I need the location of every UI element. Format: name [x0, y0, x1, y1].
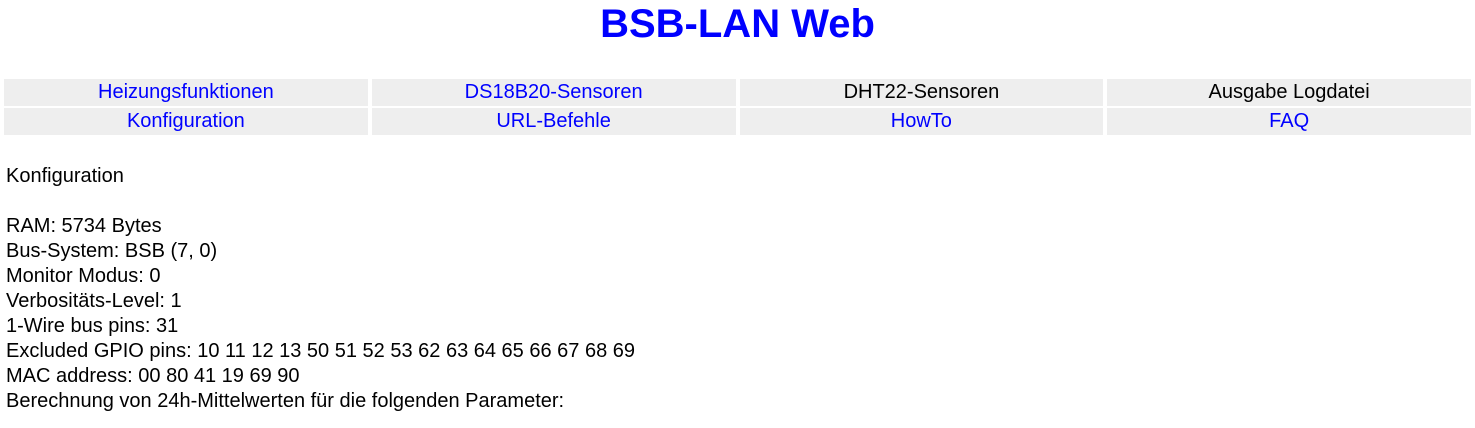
nav-link-konfiguration[interactable]: Konfiguration — [127, 110, 245, 132]
info-verbositaets-level: Verbositäts-Level: 1 — [6, 290, 182, 312]
info-excluded-gpio-pins: Excluded GPIO pins: 10 11 12 13 50 51 52… — [6, 340, 636, 362]
nav-link-url-befehle[interactable]: URL-Befehle — [496, 110, 611, 132]
info-mac-address: MAC address: 00 80 41 19 69 90 — [6, 365, 300, 387]
nav-cell-ausgabe-logdatei: Ausgabe Logdatei — [1107, 79, 1471, 106]
section-title: Konfiguration — [6, 165, 124, 187]
configuration-content: Konfiguration RAM: 5734 Bytes Bus-System… — [6, 164, 1466, 414]
nav-row-1: Heizungsfunktionen DS18B20-Sensoren DHT2… — [4, 79, 1471, 106]
nav-cell-howto: HowTo — [739, 108, 1104, 135]
nav-cell-heizungsfunktionen: Heizungsfunktionen — [4, 79, 368, 106]
nav-link-heizungsfunktionen[interactable]: Heizungsfunktionen — [98, 81, 274, 103]
nav-cell-dht22-sensoren: DHT22-Sensoren — [739, 79, 1104, 106]
nav-cell-ds18b20-sensoren: DS18B20-Sensoren — [371, 79, 736, 106]
nav-link-ds18b20-sensoren[interactable]: DS18B20-Sensoren — [465, 81, 643, 103]
nav-cell-konfiguration: Konfiguration — [4, 108, 368, 135]
page-title: BSB-LAN Web — [600, 2, 875, 46]
nav-row-2: Konfiguration URL-Befehle HowTo FAQ — [4, 108, 1471, 135]
nav-text-dht22-sensoren: DHT22-Sensoren — [843, 81, 1000, 103]
info-24h-average-heading: Berechnung von 24h-Mittelwerten für die … — [6, 390, 565, 412]
nav-cell-url-befehle: URL-Befehle — [371, 108, 736, 135]
nav-text-ausgabe-logdatei: Ausgabe Logdatei — [1208, 81, 1370, 103]
info-one-wire-bus-pins: 1-Wire bus pins: 31 — [6, 315, 179, 337]
nav-link-faq[interactable]: FAQ — [1269, 110, 1309, 132]
main-navigation: Heizungsfunktionen DS18B20-Sensoren DHT2… — [4, 79, 1471, 137]
info-monitor-modus: Monitor Modus: 0 — [6, 265, 161, 287]
nav-cell-faq: FAQ — [1107, 108, 1471, 135]
nav-link-howto[interactable]: HowTo — [891, 110, 952, 132]
info-bus-system: Bus-System: BSB (7, 0) — [6, 240, 218, 262]
info-ram: RAM: 5734 Bytes — [6, 215, 162, 237]
